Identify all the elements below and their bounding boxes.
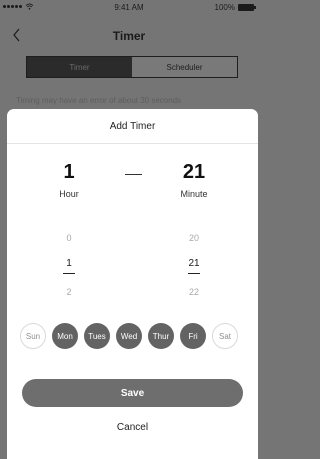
timing-hint: Timing may have an error of about 30 sec… [16,96,182,105]
mode-tabs: Timer Scheduler [26,56,238,78]
battery-icon [238,4,256,11]
hour-option-selected[interactable]: 1 [39,258,99,269]
hour-option-below[interactable]: 2 [39,287,99,297]
day-fri[interactable]: Fri [180,323,206,349]
minute-value: 21 [182,161,206,183]
separator-dash [125,174,142,175]
battery-group: 100% [214,3,256,12]
battery-percent: 100% [214,3,235,12]
add-timer-sheet: Add Timer 1 Hour 21 Minute 0 1 2 20 21 2… [7,109,258,459]
sheet-divider [7,143,258,144]
tab-scheduler[interactable]: Scheduler [132,57,237,77]
tab-timer[interactable]: Timer [27,57,132,77]
day-sun[interactable]: Sun [20,323,46,349]
hour-unit-label: Hour [59,189,79,199]
day-thur[interactable]: Thur [148,323,174,349]
day-mon[interactable]: Mon [52,323,78,349]
weekday-selector: Sun Mon Tues Wed Thur Fri Sat [20,323,238,349]
nav-bar: Timer [0,22,258,50]
day-sat[interactable]: Sat [212,323,238,349]
minute-unit-label: Minute [180,189,208,199]
hour-selection-line [63,273,75,274]
minute-option-selected[interactable]: 21 [164,258,224,269]
status-bar: 9:41 AM 100% [0,0,258,16]
day-wed[interactable]: Wed [116,323,142,349]
save-button[interactable]: Save [22,379,243,407]
cancel-button[interactable]: Cancel [7,422,258,433]
day-tues[interactable]: Tues [84,323,110,349]
minute-option-below[interactable]: 22 [164,287,224,297]
page-title: Timer [112,29,146,43]
minute-option-above[interactable]: 20 [164,233,224,243]
hour-value: 1 [63,161,75,183]
sheet-title: Add Timer [109,121,156,132]
hour-option-above[interactable]: 0 [39,233,99,243]
minute-selection-line [188,273,200,274]
